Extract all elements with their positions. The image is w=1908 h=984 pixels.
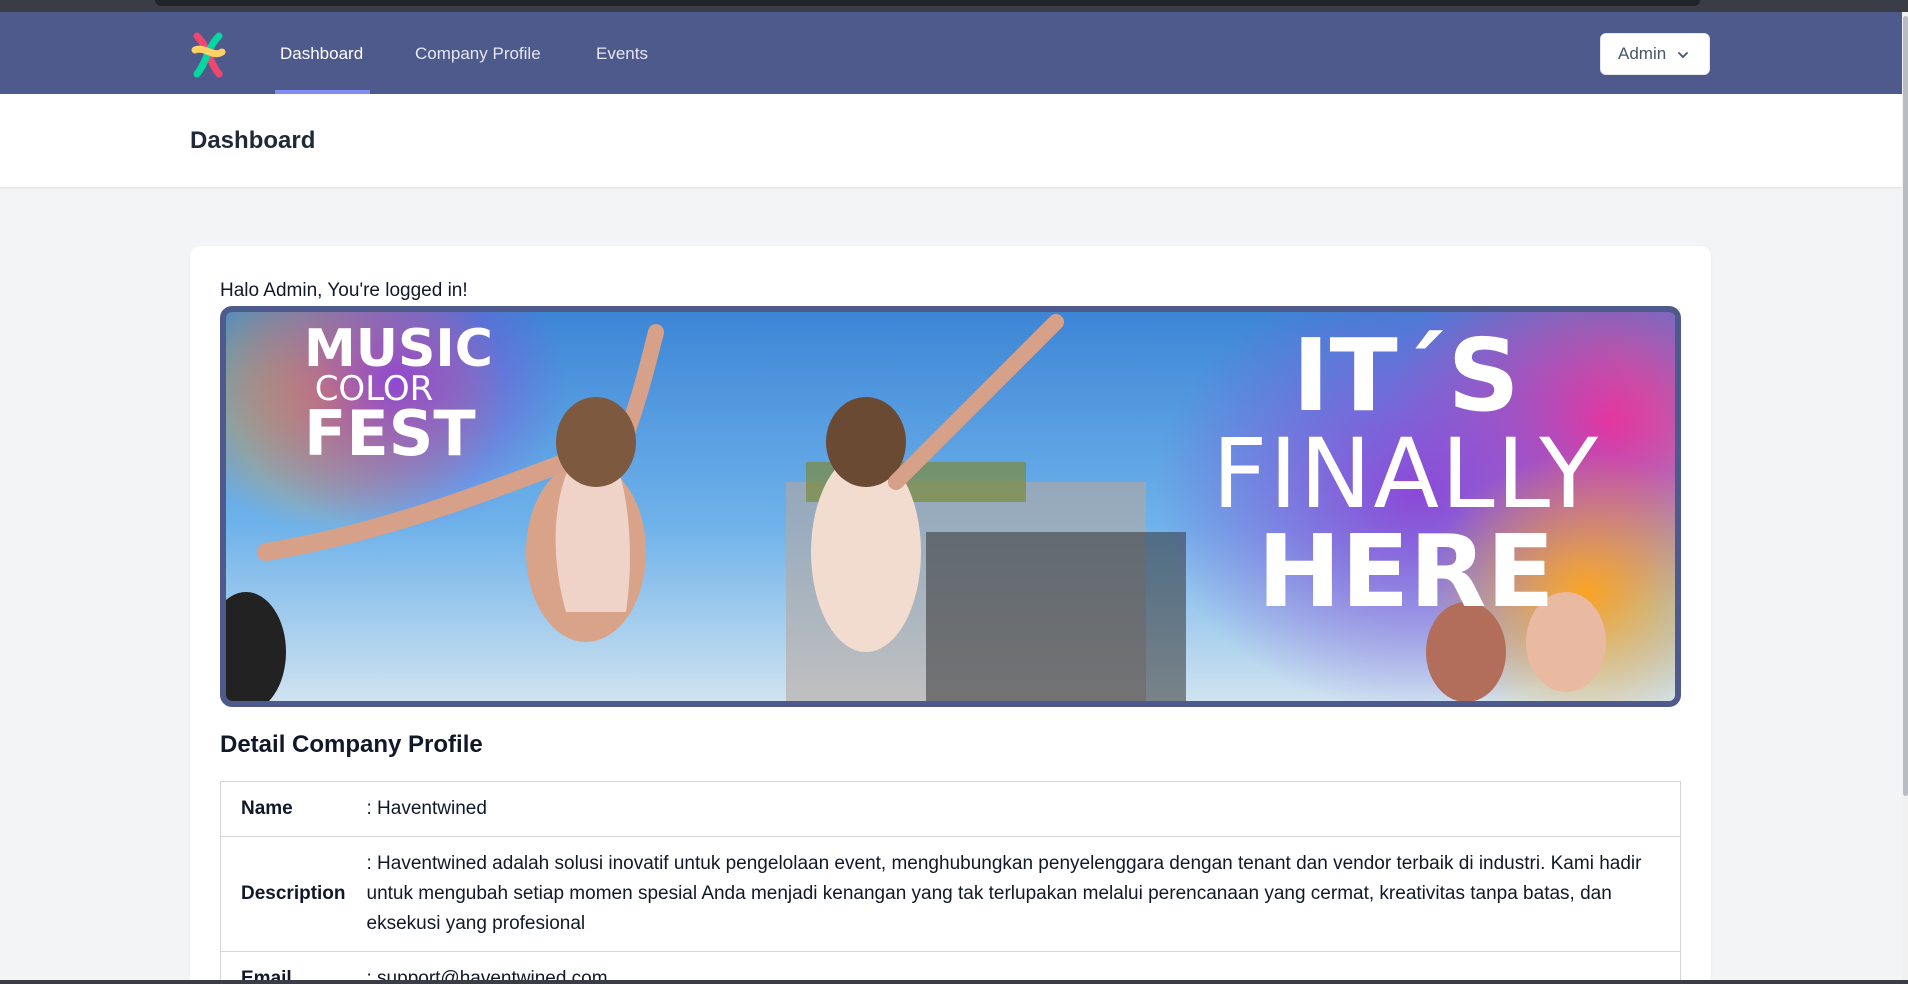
- banner-word-music: MUSIC: [304, 319, 493, 379]
- company-profile-table: Name : Haventwined Description : Haventw…: [220, 781, 1681, 984]
- scrollbar-thumb[interactable]: [1903, 16, 1908, 796]
- row-label-description: Description: [220, 836, 367, 952]
- nav-events[interactable]: Events: [596, 12, 648, 94]
- banner-right-text: IT´S FINALLY HERE: [1146, 326, 1666, 622]
- row-label-name: Name: [220, 781, 367, 837]
- dashboard-card: Halo Admin, You're logged in! MUSIC COLO…: [190, 246, 1711, 984]
- table-row: Description : Haventwined adalah solusi …: [220, 836, 1681, 952]
- banner-word-finally: FINALLY: [1212, 418, 1600, 530]
- bottom-edge: [0, 980, 1908, 984]
- row-value-description: : Haventwined adalah solusi inovatif unt…: [366, 836, 1681, 952]
- page-header: Dashboard: [0, 94, 1902, 187]
- nav-dashboard[interactable]: Dashboard: [280, 12, 363, 94]
- page-title: Dashboard: [190, 127, 316, 154]
- navbar: Dashboard Company Profile Events Admin: [0, 12, 1902, 94]
- nav-company-profile[interactable]: Company Profile: [415, 12, 541, 94]
- row-value-name: : Haventwined: [366, 781, 1681, 837]
- greeting-text: Halo Admin, You're logged in!: [220, 280, 468, 301]
- section-title: Detail Company Profile: [220, 731, 483, 758]
- chevron-down-icon: [1678, 52, 1688, 59]
- user-menu-label: Admin: [1618, 44, 1667, 63]
- banner-word-fest: FEST: [304, 397, 476, 471]
- user-menu-button[interactable]: Admin: [1600, 33, 1710, 75]
- logo-icon[interactable]: [189, 32, 227, 78]
- event-banner-image: MUSIC COLOR FEST IT´S FINALLY HERE: [220, 306, 1681, 707]
- banner-word-here: HERE: [1257, 513, 1555, 630]
- banner-word-its: IT´S: [1292, 317, 1520, 434]
- banner-left-text: MUSIC COLOR FEST: [304, 319, 493, 471]
- table-row: Name : Haventwined: [220, 781, 1681, 837]
